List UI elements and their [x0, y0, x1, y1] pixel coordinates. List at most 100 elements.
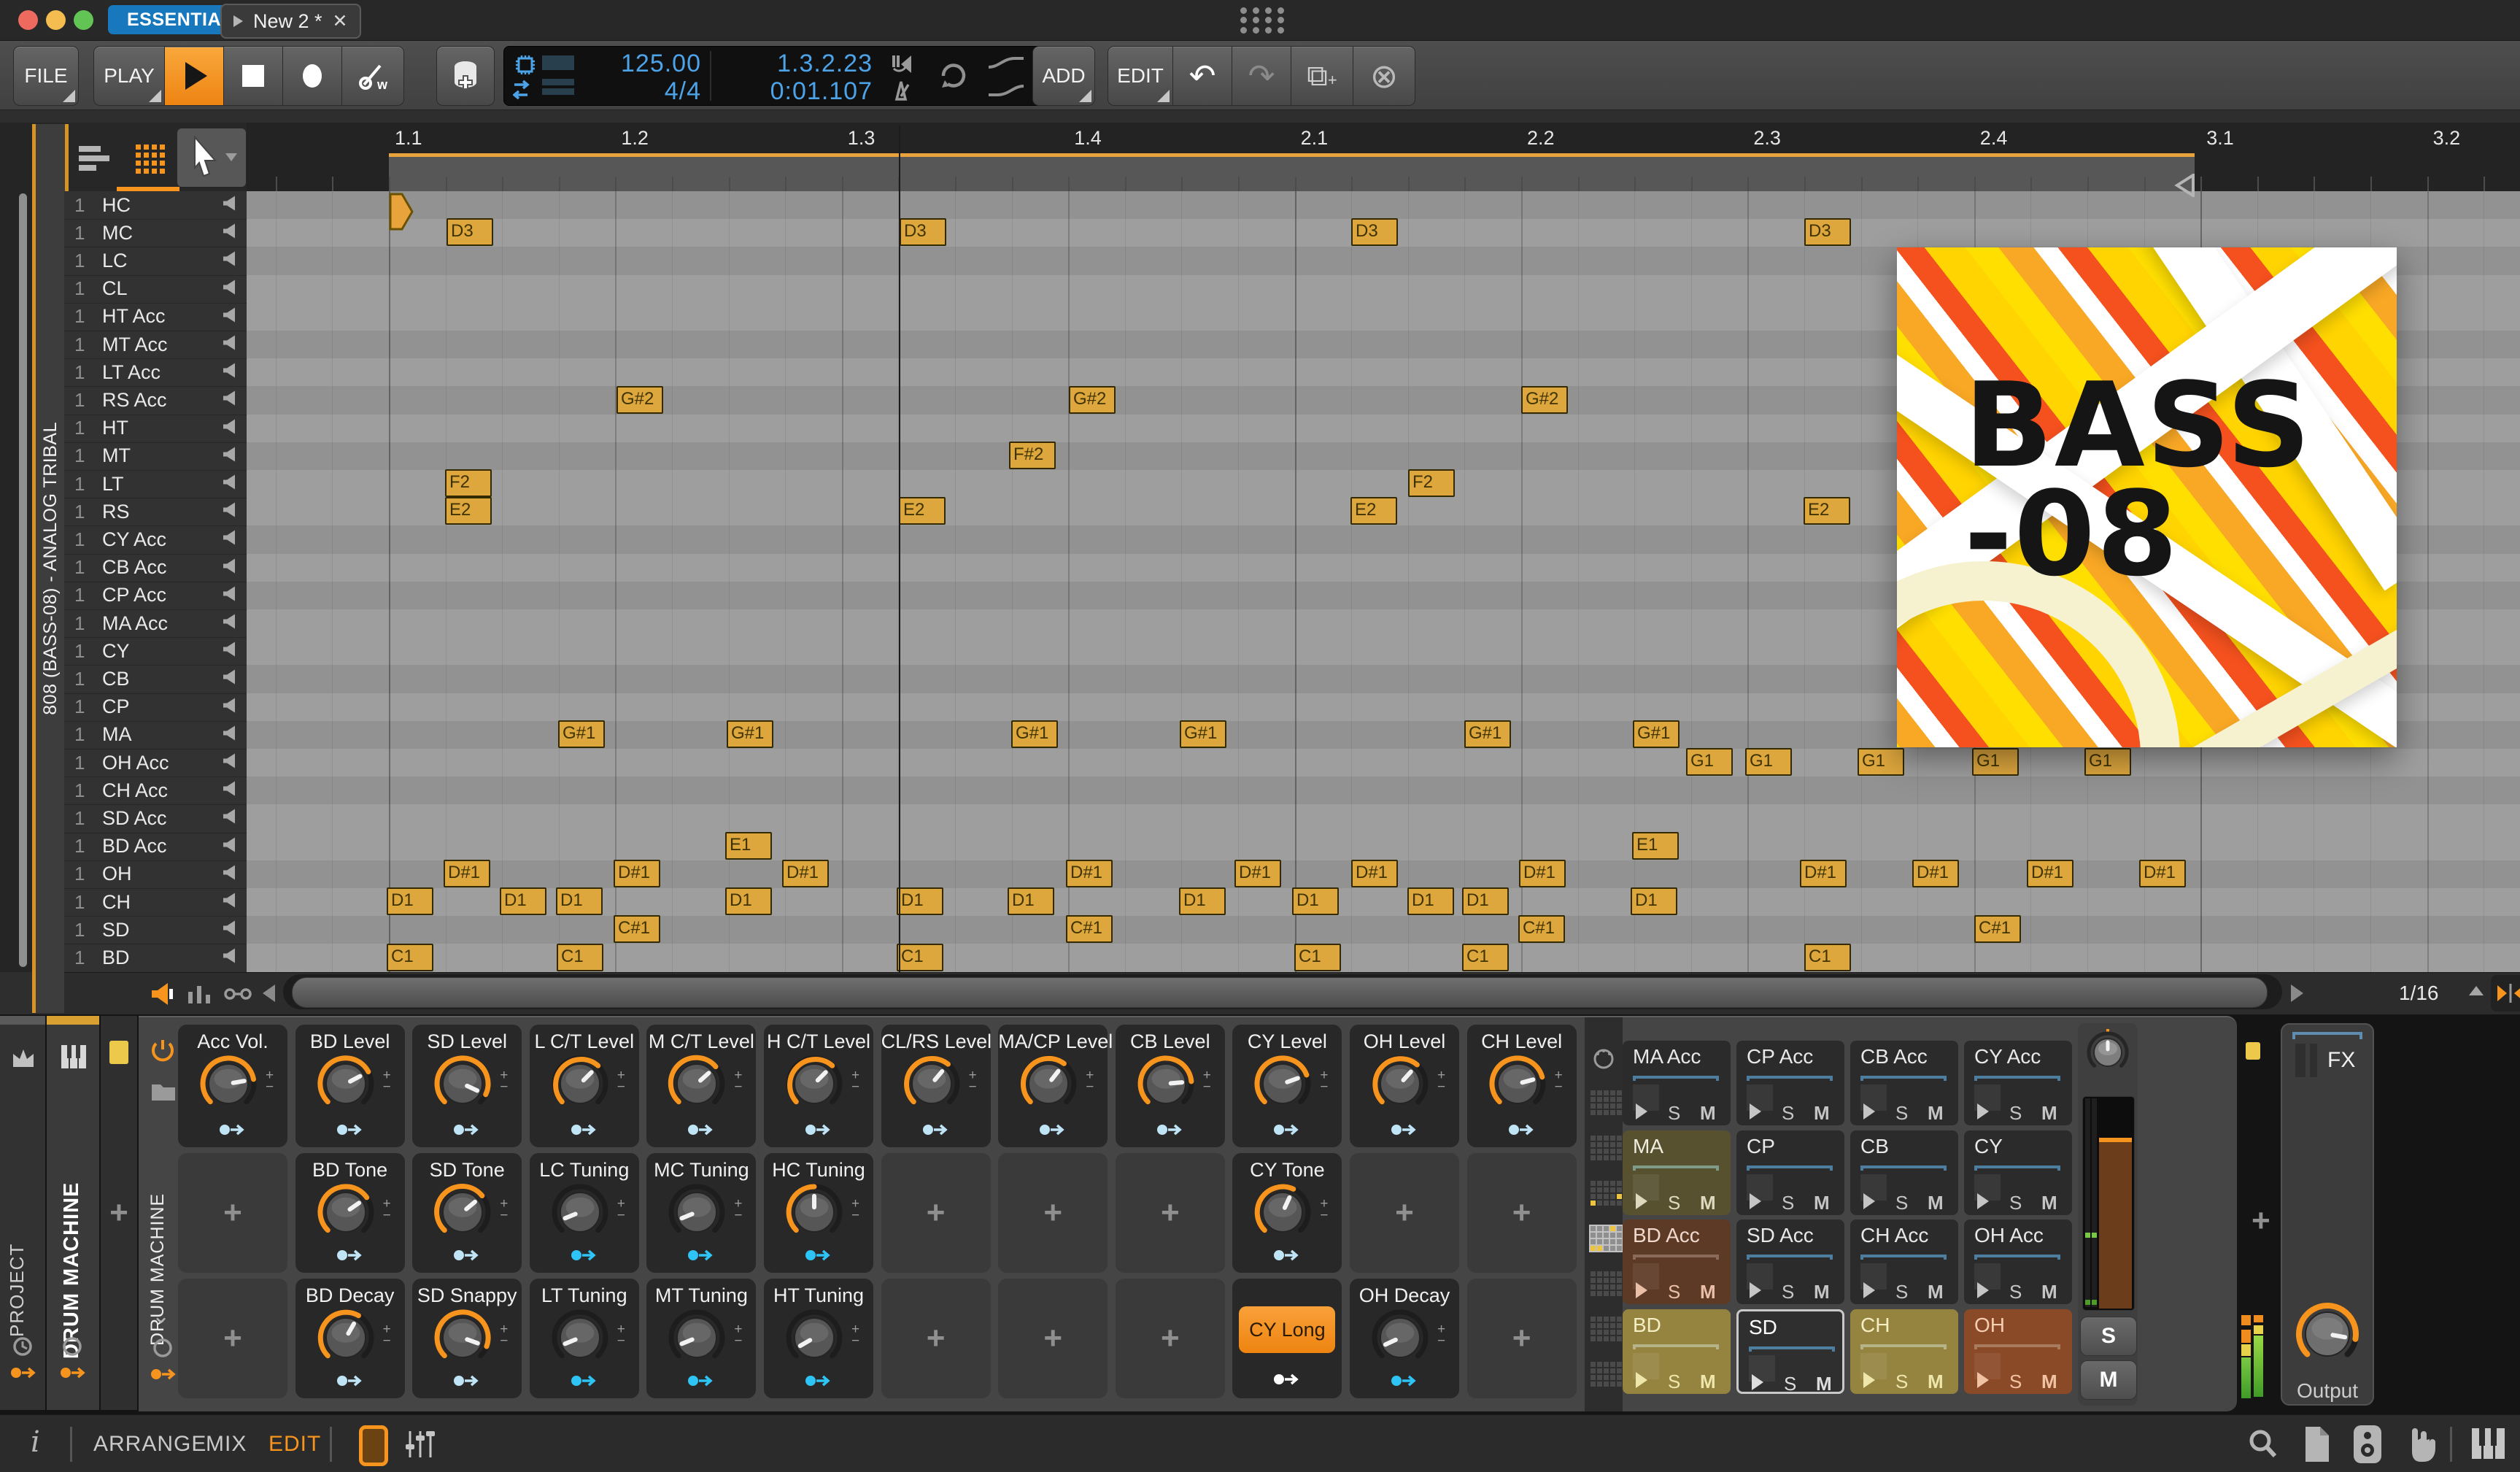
- key-row-lt-acc[interactable]: 1 LT Acc: [64, 358, 247, 388]
- pad-mute-button[interactable]: M: [1814, 1192, 1830, 1214]
- launcher-record-button[interactable]: [436, 46, 495, 106]
- empty-macro-slot[interactable]: +: [881, 1279, 991, 1398]
- key-audition-icon[interactable]: [222, 669, 239, 689]
- plus-minus-icon[interactable]: + −: [266, 1068, 274, 1094]
- macro-acc-vol-[interactable]: Acc Vol. + −: [178, 1025, 287, 1147]
- drum-pad-sd-acc[interactable]: SD Acc S M: [1736, 1219, 1844, 1304]
- macro-cy-level[interactable]: CY Level + −: [1232, 1025, 1342, 1147]
- drum-pad-cy[interactable]: CY S M: [1964, 1130, 2072, 1215]
- drum-pad-sd[interactable]: SD S M: [1736, 1309, 1844, 1395]
- modulation-dot[interactable]: [1156, 1122, 1184, 1141]
- key-row-cb[interactable]: 1 CB: [64, 665, 247, 694]
- empty-macro-slot[interactable]: +: [1115, 1153, 1225, 1273]
- piano-keyboard-icon[interactable]: [2470, 1427, 2507, 1460]
- note-g#1[interactable]: G#1: [1464, 720, 1511, 748]
- key-row-ch[interactable]: 1 CH: [64, 888, 247, 917]
- key-audition-icon[interactable]: [222, 558, 239, 577]
- scroll-left-arrow[interactable]: [263, 984, 275, 1002]
- pad-play-icon[interactable]: [1750, 1103, 1761, 1120]
- project-tab[interactable]: New 2 * ✕: [220, 4, 361, 39]
- pad-mute-button[interactable]: M: [1700, 1371, 1716, 1393]
- pad-solo-button[interactable]: S: [1782, 1192, 1794, 1214]
- pad-mute-button[interactable]: M: [1816, 1373, 1832, 1395]
- note-d1[interactable]: D1: [556, 887, 603, 916]
- edit-menu-button[interactable]: EDIT: [1108, 46, 1173, 106]
- note-g1[interactable]: G1: [2084, 748, 2131, 777]
- macro-knob[interactable]: [1366, 1049, 1434, 1122]
- note-g#2[interactable]: G#2: [1521, 385, 1568, 414]
- note-d1[interactable]: D1: [1179, 887, 1226, 916]
- key-audition-icon[interactable]: [222, 196, 239, 215]
- track-modulation-icon[interactable]: [60, 1365, 86, 1381]
- drum-pad-bd-acc[interactable]: BD Acc S M: [1623, 1219, 1731, 1304]
- pad-solo-button[interactable]: S: [1782, 1281, 1794, 1303]
- grid-row[interactable]: [247, 749, 2520, 778]
- pad-solo-button[interactable]: S: [1784, 1373, 1796, 1395]
- pad-play-icon[interactable]: [1752, 1373, 1763, 1390]
- macro-bd-tone[interactable]: BD Tone + −: [295, 1153, 405, 1273]
- plus-minus-icon[interactable]: + −: [734, 1068, 742, 1094]
- note-d#1[interactable]: D#1: [2027, 859, 2073, 887]
- note-list-view-icon[interactable]: [79, 146, 109, 171]
- note-d1[interactable]: D1: [1008, 887, 1054, 916]
- macro-knob[interactable]: [780, 1049, 849, 1122]
- key-audition-icon[interactable]: [222, 446, 239, 466]
- crown-icon[interactable]: [10, 1047, 36, 1068]
- macro-knob[interactable]: [897, 1049, 966, 1122]
- empty-macro-slot[interactable]: +: [998, 1153, 1108, 1273]
- clip-launcher-toggle-icon[interactable]: [359, 1425, 388, 1466]
- plus-minus-icon[interactable]: + −: [1203, 1068, 1211, 1094]
- punch-out-icon[interactable]: [986, 82, 1027, 99]
- plus-minus-icon[interactable]: + −: [851, 1322, 859, 1348]
- note-c1[interactable]: C1: [1804, 943, 1851, 971]
- macro-knob[interactable]: [1132, 1049, 1200, 1122]
- macro-knob[interactable]: [780, 1178, 849, 1250]
- plus-minus-icon[interactable]: + −: [500, 1068, 508, 1094]
- macro-knob[interactable]: [1248, 1178, 1317, 1250]
- metronome-icon[interactable]: [889, 79, 913, 102]
- pad-bank-5[interactable]: [1589, 1315, 1623, 1343]
- pad-mute-button[interactable]: M: [1700, 1281, 1716, 1303]
- grid-row[interactable]: [247, 777, 2520, 806]
- drum-pad-cb[interactable]: CB S M: [1850, 1130, 1958, 1215]
- pointer-tool-button[interactable]: [177, 128, 246, 187]
- empty-macro-slot[interactable]: +: [881, 1153, 991, 1273]
- modulation-dot[interactable]: [805, 1248, 832, 1266]
- note-d1[interactable]: D1: [897, 887, 943, 916]
- pad-mute-button[interactable]: M: [1700, 1102, 1716, 1125]
- plus-minus-icon[interactable]: + −: [1437, 1322, 1445, 1348]
- horizontal-scrollbar-thumb[interactable]: [292, 977, 2268, 1008]
- touch-hand-icon[interactable]: [2402, 1425, 2438, 1463]
- macro-sd-snappy[interactable]: SD Snappy + −: [412, 1279, 522, 1398]
- modulation-dot[interactable]: [571, 1248, 598, 1266]
- note-f2[interactable]: F2: [445, 469, 492, 498]
- drum-key-list[interactable]: 1 HC 1 MC 1 LC 1 CL 1 HT Acc 1 MT Acc 1 LT Acc 1 RS Acc…: [64, 191, 248, 972]
- note-e1[interactable]: E1: [1632, 831, 1679, 860]
- macro-knob[interactable]: [1014, 1049, 1083, 1122]
- pad-play-icon[interactable]: [1977, 1371, 1989, 1388]
- tempo-display[interactable]: 125.00: [570, 50, 701, 78]
- plus-minus-icon[interactable]: + −: [500, 1322, 508, 1348]
- project-panel-tab[interactable]: PROJECT: [6, 1162, 28, 1337]
- modulation-dot[interactable]: [336, 1122, 364, 1141]
- plus-minus-icon[interactable]: + −: [383, 1068, 391, 1094]
- modulation-dot[interactable]: [805, 1373, 832, 1392]
- note-e1[interactable]: E1: [725, 831, 772, 860]
- note-g#2[interactable]: G#2: [617, 385, 663, 414]
- note-d1[interactable]: D1: [1407, 887, 1454, 916]
- modulation-dot[interactable]: [687, 1373, 715, 1392]
- drum-pad-cy-acc[interactable]: CY Acc S M: [1964, 1041, 2072, 1125]
- note-d1[interactable]: D1: [500, 887, 546, 916]
- note-c1[interactable]: C1: [1294, 943, 1341, 971]
- plus-minus-icon[interactable]: + −: [1320, 1068, 1328, 1094]
- plus-minus-icon[interactable]: + −: [1555, 1068, 1563, 1094]
- solo-button[interactable]: S: [2080, 1317, 2137, 1356]
- pad-mute-button[interactable]: M: [2041, 1102, 2057, 1125]
- pad-play-icon[interactable]: [1863, 1282, 1875, 1298]
- macro-cy-long[interactable]: CY Long: [1232, 1279, 1342, 1398]
- key-row-cl[interactable]: 1 CL: [64, 275, 247, 304]
- drum-pad-cb-acc[interactable]: CB Acc S M: [1850, 1041, 1958, 1125]
- note-d3[interactable]: D3: [447, 218, 493, 247]
- plus-minus-icon[interactable]: + −: [617, 1322, 625, 1348]
- pad-bank-3[interactable]: [1589, 1225, 1623, 1252]
